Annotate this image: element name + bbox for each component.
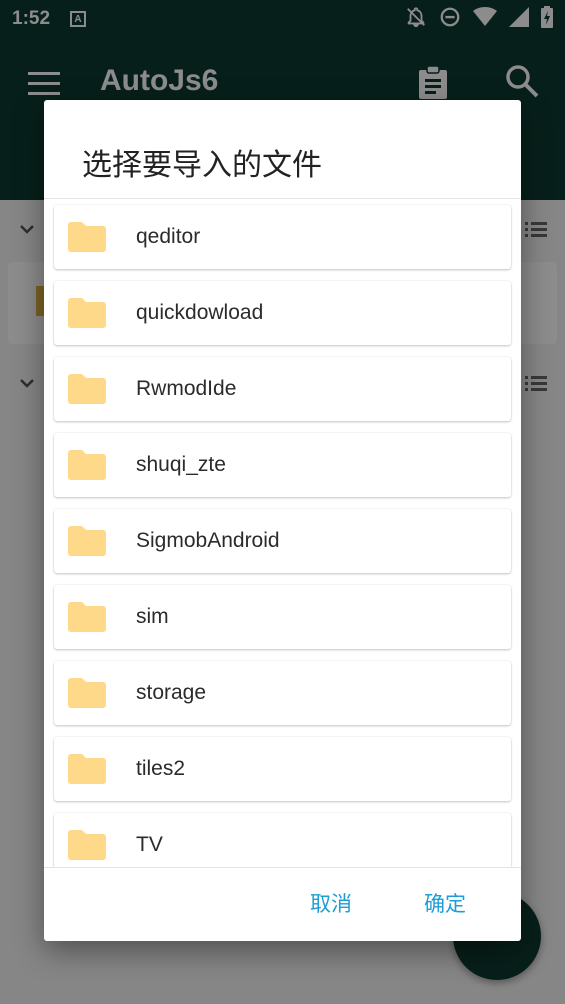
dialog-title: 选择要导入的文件 xyxy=(82,148,322,183)
folder-label: quickdowload xyxy=(136,301,264,324)
folder-label: shuqi_zte xyxy=(136,453,226,476)
dialog-actions: 取消 确定 xyxy=(44,868,521,941)
folder-item[interactable]: storage xyxy=(54,661,511,725)
folder-icon xyxy=(68,602,106,632)
folder-label: SigmobAndroid xyxy=(136,529,280,552)
screen: 1:52 A AutoJs6 选择要导入的文件 qeditor quickdow… xyxy=(0,0,565,1004)
folder-item[interactable]: quickdowload xyxy=(54,281,511,345)
folder-icon xyxy=(68,222,106,252)
folder-label: sim xyxy=(136,605,169,628)
folder-label: RwmodIde xyxy=(136,377,237,400)
folder-item[interactable]: qeditor xyxy=(54,205,511,269)
folder-icon xyxy=(68,298,106,328)
folder-icon xyxy=(68,450,106,480)
folder-icon xyxy=(68,754,106,784)
folder-label: tiles2 xyxy=(136,757,186,780)
folder-icon xyxy=(68,830,106,860)
folder-item[interactable]: tiles2 xyxy=(54,737,511,801)
folder-item[interactable]: TV xyxy=(54,813,511,867)
folder-label: qeditor xyxy=(136,225,201,248)
folder-item[interactable]: RwmodIde xyxy=(54,357,511,421)
folder-icon xyxy=(68,526,106,556)
import-file-dialog: 选择要导入的文件 qeditor quickdowload RwmodIde s… xyxy=(44,100,521,941)
folder-item[interactable]: shuqi_zte xyxy=(54,433,511,497)
folder-item[interactable]: sim xyxy=(54,585,511,649)
folder-item[interactable]: SigmobAndroid xyxy=(54,509,511,573)
confirm-button[interactable]: 确定 xyxy=(424,888,466,918)
folder-label: TV xyxy=(136,833,163,856)
folder-icon xyxy=(68,678,106,708)
cancel-button[interactable]: 取消 xyxy=(310,888,352,918)
folder-icon xyxy=(68,374,106,404)
folder-list[interactable]: qeditor quickdowload RwmodIde shuqi_zte … xyxy=(44,199,521,867)
folder-label: storage xyxy=(136,681,207,704)
